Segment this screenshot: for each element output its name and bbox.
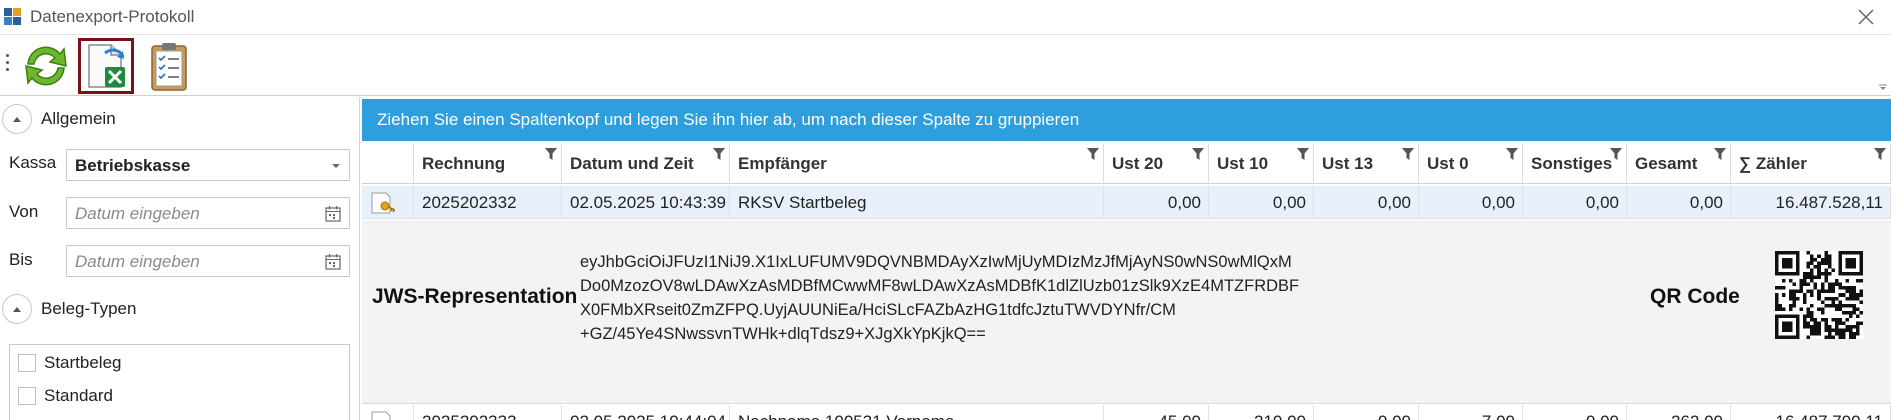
filter-icon[interactable] <box>1297 148 1309 160</box>
standard-label: Standard <box>44 386 113 405</box>
filter-icon[interactable] <box>545 148 557 160</box>
filter-icon[interactable] <box>713 148 725 160</box>
bis-label: Bis <box>9 250 33 269</box>
excel-export-icon <box>88 44 125 88</box>
header-datum[interactable]: Datum und Zeit <box>562 144 730 184</box>
window-title: Datenexport-Protokoll <box>30 7 195 26</box>
filter-icon[interactable] <box>1192 148 1204 160</box>
header-ust0[interactable]: Ust 0 <box>1419 144 1523 184</box>
row-indicator <box>362 186 414 219</box>
close-icon[interactable] <box>1851 2 1881 32</box>
standard-checkbox[interactable] <box>18 387 36 405</box>
cell-rechnung: 2025202332 <box>422 193 517 212</box>
cell-empfaenger: Nachname 100531 Vorname, <box>738 412 959 420</box>
kassa-label: Kassa <box>9 153 57 172</box>
filter-icon[interactable] <box>1506 148 1518 160</box>
title-bar: Datenexport-Protokoll <box>0 0 1891 35</box>
table-row[interactable]: 2025202333 02.05.2025 10:44:04 Nachname … <box>362 405 1891 420</box>
qr-label: QR Code <box>1650 285 1740 308</box>
cell-zaehler: 16.487.790,11 <box>1776 412 1883 420</box>
startbeleg-checkbox[interactable] <box>18 354 36 372</box>
startbeleg-label: Startbeleg <box>44 353 122 372</box>
cell-ust13: 0,00 <box>1377 193 1411 212</box>
receipt-key-icon <box>371 411 391 420</box>
cell-empfaenger: RKSV Startbeleg <box>738 193 867 212</box>
chevron-up-icon <box>13 117 21 122</box>
filter-icon[interactable] <box>1402 148 1414 160</box>
app-icon <box>4 8 21 25</box>
clipboard-list-icon <box>151 43 187 91</box>
cell-sonstiges: 0,00 <box>1585 193 1619 212</box>
header-ust20[interactable]: Ust 20 <box>1104 144 1209 184</box>
cell-rechnung: 2025202333 <box>422 412 517 420</box>
group-hint: Ziehen Sie einen Spaltenkopf und legen S… <box>377 110 1080 129</box>
cell-datum: 02.05.2025 10:44:04 <box>570 412 726 420</box>
cell-ust20: 45,00 <box>1158 412 1201 420</box>
refresh-icon <box>25 46 67 86</box>
table-row[interactable]: 2025202332 02.05.2025 10:43:39 RKSV Star… <box>362 186 1891 219</box>
cell-sonstiges: 0,00 <box>1586 412 1619 420</box>
chevron-down-icon <box>332 164 340 168</box>
receipt-key-icon <box>371 192 396 214</box>
row-indicator <box>362 405 414 420</box>
header-ust13[interactable]: Ust 13 <box>1314 144 1419 184</box>
von-label: Von <box>9 202 39 221</box>
jws-label: JWS-Representation <box>372 285 578 308</box>
group-by-panel[interactable]: Ziehen Sie einen Spaltenkopf und legen S… <box>362 99 1891 141</box>
bis-placeholder: Datum eingeben <box>75 252 200 271</box>
section-general-header[interactable]: Allgemein <box>0 100 360 138</box>
cell-ust13: 0,00 <box>1378 412 1411 420</box>
cell-ust10: 210,00 <box>1254 412 1306 420</box>
filter-icon[interactable] <box>1087 148 1099 160</box>
jws-value: eyJhbGciOiJFUzI1NiJ9.X1IxLUFUMV9DQVNBMDA… <box>580 253 1300 343</box>
von-date-input[interactable]: Datum eingeben <box>66 197 350 229</box>
filter-panel: Allgemein Kassa Betriebskasse Von Datum … <box>0 97 360 420</box>
kassa-value: Betriebskasse <box>75 156 191 175</box>
kassa-select[interactable]: Betriebskasse <box>66 149 350 181</box>
von-placeholder: Datum eingeben <box>75 204 200 223</box>
cell-ust10: 0,00 <box>1272 193 1306 212</box>
cell-ust20: 0,00 <box>1167 193 1201 212</box>
header-zaehler[interactable]: ∑ Zähler <box>1731 144 1891 184</box>
cell-ust0: 7,00 <box>1482 412 1515 420</box>
cell-gesamt: 0,00 <box>1689 193 1723 212</box>
filter-icon[interactable] <box>1874 148 1886 160</box>
chevron-up-icon <box>13 307 21 312</box>
refresh-button[interactable] <box>18 38 74 94</box>
toolbar <box>0 36 1891 96</box>
report-button[interactable] <box>142 38 198 94</box>
cell-zaehler: 16.487.528,11 <box>1775 193 1883 212</box>
section-types-title: Beleg-Typen <box>41 299 137 318</box>
qr-code <box>1775 251 1863 339</box>
export-excel-button[interactable] <box>78 38 134 94</box>
cell-gesamt: 262,00 <box>1671 412 1723 420</box>
header-ust10[interactable]: Ust 10 <box>1209 144 1314 184</box>
toolbar-overflow-icon[interactable] <box>1878 82 1888 92</box>
bis-date-input[interactable]: Datum eingeben <box>66 245 350 277</box>
header-gesamt[interactable]: Gesamt <box>1627 144 1731 184</box>
calendar-icon[interactable] <box>325 205 341 222</box>
toolbar-grip-icon[interactable] <box>6 54 10 76</box>
filter-icon[interactable] <box>1610 148 1622 160</box>
header-empfaenger[interactable]: Empfänger <box>730 144 1104 184</box>
section-types-header[interactable]: Beleg-Typen <box>0 290 360 328</box>
data-grid: Ziehen Sie einen Spaltenkopf und legen S… <box>362 97 1891 420</box>
beleg-types-list: Startbeleg Standard <box>9 344 350 420</box>
header-sonstiges[interactable]: Sonstiges <box>1523 144 1627 184</box>
calendar-icon[interactable] <box>325 253 341 270</box>
collapse-general-button[interactable] <box>2 104 32 134</box>
header-indicator <box>362 144 414 184</box>
cell-ust0: 0,00 <box>1481 193 1515 212</box>
collapse-types-button[interactable] <box>2 294 32 324</box>
row-detail-panel: JWS-Representation eyJhbGciOiJFUzI1NiJ9.… <box>362 220 1891 404</box>
filter-icon[interactable] <box>1714 148 1726 160</box>
cell-datum: 02.05.2025 10:43:39 <box>570 193 726 212</box>
section-general-title: Allgemein <box>41 109 116 128</box>
header-rechnung[interactable]: Rechnung <box>414 144 562 184</box>
